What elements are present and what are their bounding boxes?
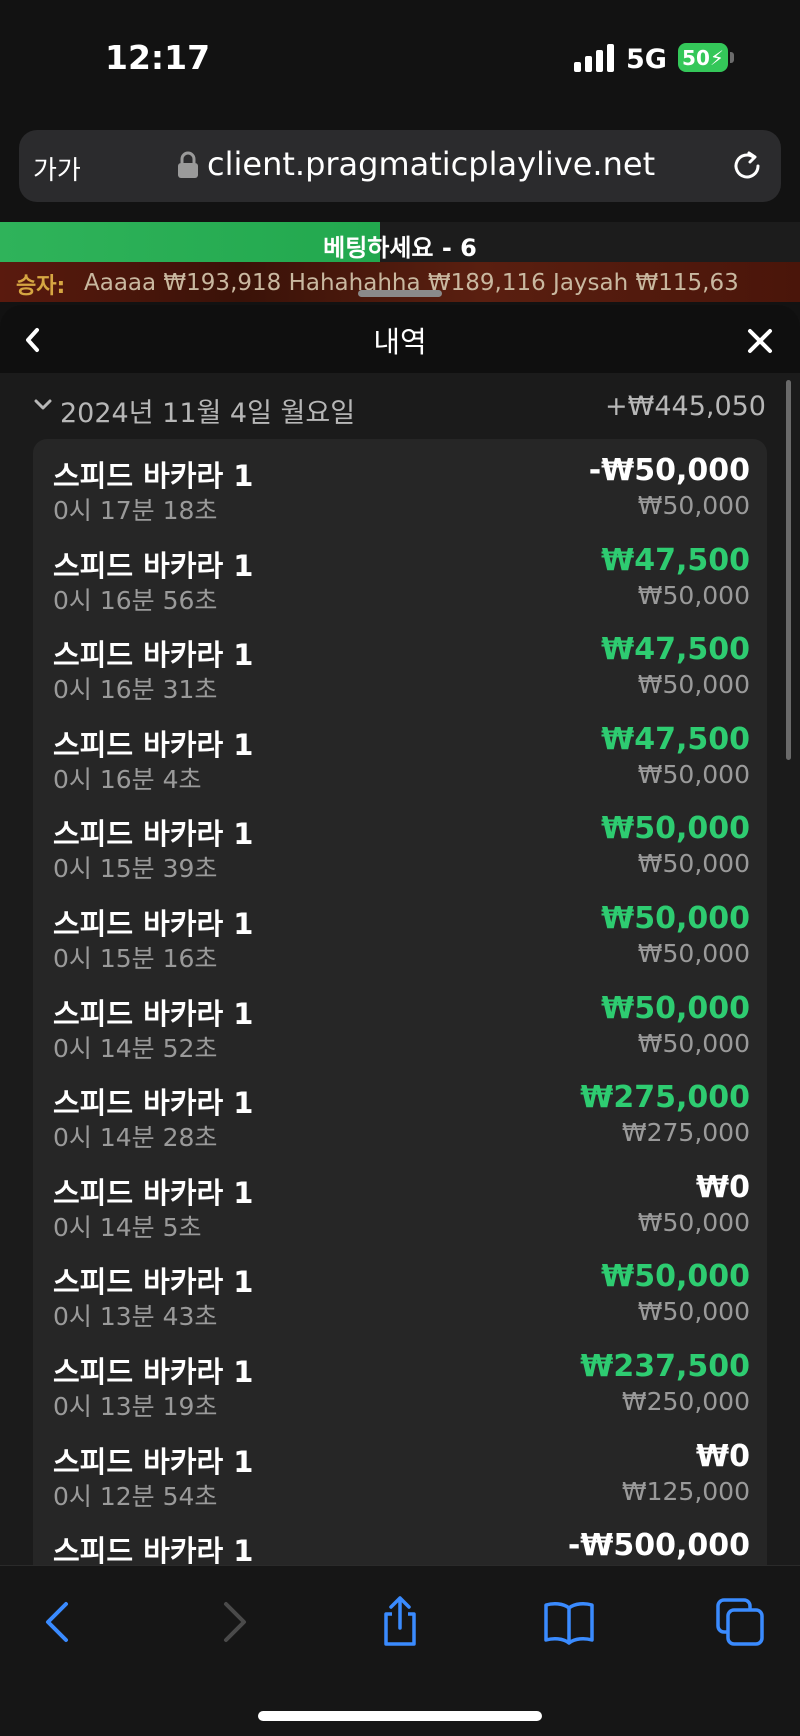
game-name: 스피드 바카라 1 — [53, 1444, 254, 1479]
stake-amount: ₩50,000 — [637, 1028, 750, 1058]
win-amount: ₩50,000 — [601, 811, 750, 847]
bookmarks-icon[interactable] — [541, 1594, 597, 1650]
history-row[interactable]: 스피드 바카라 1 0시 17분 18초 -₩50,000 ₩50,000 — [33, 439, 767, 529]
round-time: 0시 13분 19초 — [53, 1392, 218, 1421]
game-name: 스피드 바카라 1 — [53, 1175, 254, 1210]
battery-icon: 50 ⚡ — [678, 43, 728, 72]
stake-amount: ₩50,000 — [637, 849, 750, 879]
history-row[interactable]: 스피드 바카라 1 -₩500,000 — [33, 1514, 767, 1565]
round-time: 0시 16분 31초 — [53, 675, 218, 705]
history-header: 내역 — [0, 305, 800, 373]
history-row[interactable]: 스피드 바카라 1 0시 16분 56초 ₩47,500 ₩50,000 — [33, 529, 767, 619]
win-amount: -₩50,000 — [588, 453, 750, 488]
win-amount: ₩47,500 — [601, 632, 750, 668]
battery-level: 50 — [682, 45, 710, 70]
round-time: 0시 14분 28초 — [53, 1123, 218, 1153]
lock-icon — [178, 151, 198, 178]
battery-tip — [730, 52, 734, 63]
win-amount: -₩500,000 — [567, 1528, 750, 1564]
round-time: 0시 13분 43초 — [53, 1302, 218, 1332]
url-text[interactable]: client.pragmaticplaylive.net — [207, 145, 655, 183]
history-row[interactable]: 스피드 바카라 1 0시 14분 52초 ₩50,000 ₩50,000 — [33, 977, 767, 1067]
game-name: 스피드 바카라 1 — [53, 727, 254, 762]
round-time: 0시 12분 54초 — [53, 1481, 218, 1511]
date-label: 2024년 11월 4일 월요일 — [60, 398, 356, 429]
stake-amount: ₩50,000 — [637, 939, 750, 968]
history-row[interactable]: 스피드 바카라 1 0시 12분 54초 ₩0 ₩125,000 — [33, 1425, 767, 1515]
scrollbar[interactable] — [786, 380, 791, 760]
game-name: 스피드 바카라 1 — [53, 996, 254, 1031]
win-amount: ₩50,000 — [601, 990, 750, 1026]
date-total: +₩445,050 — [605, 391, 766, 422]
win-amount: ₩237,500 — [580, 1349, 750, 1384]
game-name: 스피드 바카라 1 — [53, 1086, 254, 1121]
game-name: 스피드 바카라 1 — [53, 1265, 254, 1300]
game-name: 스피드 바카라 1 — [53, 459, 254, 493]
round-time: 0시 14분 52초 — [53, 1033, 218, 1063]
stake-amount: ₩50,000 — [637, 1297, 750, 1327]
history-row[interactable]: 스피드 바카라 1 0시 15분 16초 ₩50,000 ₩50,000 — [33, 887, 767, 977]
reload-icon[interactable] — [727, 146, 767, 186]
forward-nav-icon[interactable] — [204, 1594, 260, 1650]
clock: 12:17 — [105, 38, 211, 77]
bet-prompt: 베팅하세요 - 6 — [323, 234, 477, 262]
network-type: 5G — [626, 44, 667, 75]
win-amount: ₩0 — [696, 1169, 750, 1205]
history-title: 내역 — [373, 325, 427, 359]
bet-timer-bar: 베팅하세요 - 6 — [0, 222, 800, 262]
history-row[interactable]: 스피드 바카라 1 0시 16분 31초 ₩47,500 ₩50,000 — [33, 618, 767, 708]
round-time: 0시 15분 39초 — [53, 854, 218, 884]
stake-amount: ₩275,000 — [621, 1118, 750, 1148]
status-bar: 12:17 5G 50 ⚡ — [0, 0, 800, 110]
round-time: 0시 16분 56초 — [53, 585, 218, 615]
share-icon[interactable] — [372, 1594, 428, 1650]
winners-label: 승자: — [16, 274, 66, 299]
win-amount: ₩275,000 — [580, 1080, 750, 1116]
close-icon[interactable] — [746, 327, 774, 355]
round-time: 0시 17분 18초 — [53, 496, 218, 525]
stake-amount: ₩250,000 — [621, 1387, 750, 1416]
win-amount: ₩47,500 — [601, 721, 750, 757]
stake-amount: ₩50,000 — [637, 670, 750, 700]
cellular-signal-icon — [574, 42, 614, 72]
game-name: 스피드 바카라 1 — [53, 907, 254, 941]
game-name: 스피드 바카라 1 — [53, 638, 254, 673]
address-bar[interactable]: 가가 client.pragmaticplaylive.net — [19, 130, 781, 202]
game-name: 스피드 바카라 1 — [53, 817, 254, 852]
round-time: 0시 14분 5초 — [53, 1212, 202, 1242]
date-group-header[interactable]: 2024년 11월 4일 월요일 +₩445,050 — [0, 385, 800, 435]
history-row[interactable]: 스피드 바카라 1 0시 13분 43초 ₩50,000 ₩50,000 — [33, 1245, 767, 1335]
history-panel: 내역 2024년 11월 4일 월요일 +₩445,050 스피드 바카라 10… — [0, 305, 800, 1565]
win-amount: ₩50,000 — [601, 901, 750, 936]
round-time: 0시 16분 4초 — [53, 764, 202, 794]
win-amount: ₩0 — [696, 1438, 750, 1474]
home-indicator — [258, 1711, 542, 1721]
browser-toolbar — [0, 1565, 800, 1736]
stake-amount: ₩50,000 — [637, 1207, 750, 1237]
history-row[interactable]: 스피드 바카라 1 0시 16분 4초 ₩47,500 ₩50,000 — [33, 708, 767, 798]
text-size-button[interactable]: 가가 — [33, 150, 81, 187]
history-list: 스피드 바카라 1 0시 17분 18초 -₩50,000 ₩50,000 스피드 바카… — [33, 439, 767, 1565]
game-name: 스피드 바카라 1 — [53, 1534, 254, 1565]
history-row[interactable]: 스피드 바카라 1 0시 13분 19초 ₩237,500 ₩250,000 — [33, 1335, 767, 1425]
chevron-down-icon[interactable] — [34, 399, 52, 411]
history-row[interactable]: 스피드 바카라 1 0시 15분 39초 ₩50,000 ₩50,000 — [33, 797, 767, 887]
game-name: 스피드 바카라 1 — [53, 1355, 254, 1389]
round-time: 0시 15분 16초 — [53, 944, 218, 973]
stake-amount: ₩50,000 — [637, 580, 750, 610]
stake-amount: ₩50,000 — [637, 491, 750, 520]
stake-amount: ₩50,000 — [637, 759, 750, 789]
tabs-icon[interactable] — [712, 1594, 768, 1650]
game-name: 스피드 바카라 1 — [53, 548, 254, 583]
stake-amount: ₩125,000 — [621, 1476, 750, 1506]
history-row[interactable]: 스피드 바카라 1 0시 14분 5초 ₩0 ₩50,000 — [33, 1156, 767, 1246]
back-nav-icon[interactable] — [32, 1594, 88, 1650]
win-amount: ₩50,000 — [601, 1259, 750, 1295]
history-row[interactable]: 스피드 바카라 1 0시 14분 28초 ₩275,000 ₩275,000 — [33, 1066, 767, 1156]
sheet-grab-handle[interactable] — [358, 290, 442, 297]
win-amount: ₩47,500 — [601, 542, 750, 578]
